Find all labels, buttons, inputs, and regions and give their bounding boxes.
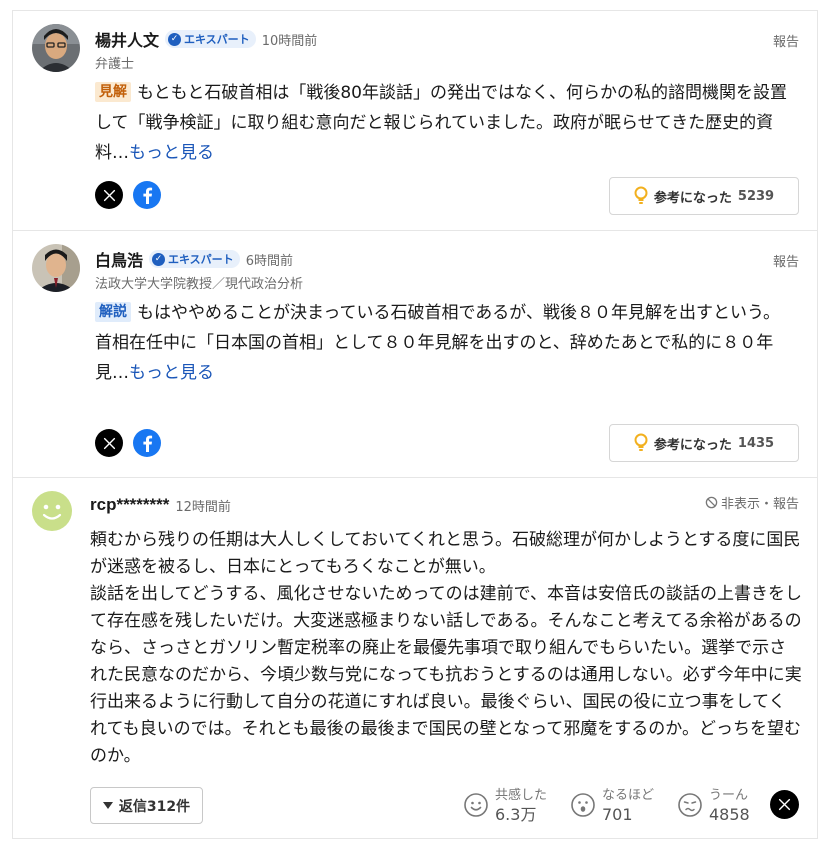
comment-body: 頼むから残りの任期は大人しくしておいてくれと思う。石破総理が何かしようとする度に…: [90, 527, 802, 770]
reaction-label: なるほど: [602, 788, 655, 803]
reply-toggle-button[interactable]: 返信312件: [90, 787, 203, 824]
expert-badge: ✓ エキスパート: [165, 30, 256, 48]
comment-paragraph-1: 頼むから残りの任期は大人しくしておいてくれと思う。石破総理が何かしようとする度に…: [90, 530, 801, 577]
read-more-link[interactable]: もっと見る: [129, 143, 214, 163]
x-share-button[interactable]: [95, 181, 123, 209]
user-comment: rcp******** 12時間前 非表示・報告 頼むから残りの任期は大人しくし…: [12, 477, 818, 839]
avatar: [32, 491, 72, 531]
share-buttons: [95, 181, 161, 209]
author-name[interactable]: 白鳥浩: [95, 247, 143, 271]
helpful-label: 参考になった: [653, 190, 732, 206]
author-row: rcp******** 12時間前: [90, 495, 231, 515]
surprised-face-icon: [571, 793, 595, 817]
lightbulb-icon: [634, 186, 648, 204]
author-profile: 弁護士: [95, 57, 135, 72]
helpful-button[interactable]: 参考になった 5239: [609, 177, 799, 215]
author-name[interactable]: rcp********: [90, 495, 169, 515]
report-link[interactable]: 報告: [773, 251, 799, 270]
expert-comment-1: 楊井人文 ✓ エキスパート 10時間前 弁護士 報告 見解 もともと石破首相は「戦…: [12, 10, 818, 230]
x-logo-icon: [103, 437, 115, 449]
hide-icon: [705, 496, 718, 509]
reaction-count: 6.3万: [495, 805, 537, 824]
x-logo-icon: [103, 189, 115, 201]
avatar[interactable]: [32, 24, 80, 72]
report-link[interactable]: 報告: [773, 31, 799, 50]
comment-line-2: 首相在任中に「日本国の首相」として８０年見解を出すのと、辞めたあとで私的に８０年…: [95, 328, 801, 388]
avatar[interactable]: [32, 244, 80, 292]
comment-body: 見解 もともと石破首相は「戦後80年談話」の発出ではなく、何らかの私的諮問機関を設…: [95, 78, 801, 168]
reaction-label: うーん: [709, 788, 749, 803]
smile-face-icon: [464, 793, 488, 817]
share-buttons: [95, 429, 161, 457]
facebook-icon: [143, 187, 153, 204]
opinion-tag: 見解: [95, 82, 131, 102]
smile-avatar-icon: [42, 504, 62, 520]
x-share-button[interactable]: [770, 790, 799, 819]
reaction-count: 4858: [709, 805, 750, 824]
expert-comment-2: 白鳥浩 ✓ エキスパート 6時間前 法政大学大学院教授／現代政治分析 報告 解説…: [12, 230, 818, 477]
helpful-count: 1435: [737, 435, 775, 451]
lightbulb-icon: [634, 433, 648, 451]
expert-badge-label: エキスパート: [184, 33, 250, 46]
facebook-icon: [143, 435, 153, 452]
comment-line-1: 解説 もはややめることが決まっている石破首相であるが、戦後８０年見解を出すという。: [95, 298, 801, 328]
empathy-button[interactable]: 共感した 6.3万: [463, 786, 547, 824]
comment-body: 解説 もはややめることが決まっている石破首相であるが、戦後８０年見解を出すという。…: [95, 298, 801, 388]
triangle-down-icon: [102, 801, 113, 809]
confused-face-icon: [678, 793, 702, 817]
helpful-label: 参考になった: [653, 437, 732, 453]
post-time: 10時間前: [261, 33, 318, 49]
expert-badge-label: エキスパート: [168, 253, 234, 266]
hide-report-link[interactable]: 非表示・報告: [705, 493, 799, 512]
naruhodo-button[interactable]: なるほど 701: [570, 786, 654, 824]
author-row: 楊井人文 ✓ エキスパート 10時間前: [95, 27, 317, 51]
reply-label: 返信312件: [118, 798, 191, 815]
hide-report-label: 非表示・報告: [720, 497, 799, 512]
post-time: 6時間前: [245, 253, 293, 269]
author-profile: 法政大学大学院教授／現代政治分析: [95, 277, 304, 292]
comment-text-1: もはややめることが決まっている石破首相であるが、戦後８０年見解を出すという。: [137, 303, 780, 323]
helpful-button[interactable]: 参考になった 1435: [609, 424, 799, 462]
x-logo-icon: [778, 798, 791, 811]
author-row: 白鳥浩 ✓ エキスパート 6時間前: [95, 247, 293, 271]
reaction-label: 共感した: [495, 788, 548, 803]
post-time: 12時間前: [175, 499, 231, 515]
commentary-tag: 解説: [95, 302, 131, 322]
facebook-share-button[interactable]: [133, 181, 161, 209]
facebook-share-button[interactable]: [133, 429, 161, 457]
helpful-count: 5239: [737, 188, 775, 204]
reaction-count: 701: [602, 805, 633, 824]
expert-badge: ✓ エキスパート: [149, 250, 240, 268]
check-badge-icon: ✓: [168, 32, 182, 46]
uun-button[interactable]: うーん 4858: [677, 786, 750, 824]
comment-paragraph-2: 談話を出してどうする、風化させないためってのは建前で、本音は安倍氏の談話の上書き…: [90, 584, 802, 766]
read-more-link[interactable]: もっと見る: [129, 363, 214, 383]
author-name[interactable]: 楊井人文: [95, 27, 159, 51]
x-share-button[interactable]: [95, 429, 123, 457]
check-badge-icon: ✓: [152, 252, 166, 266]
